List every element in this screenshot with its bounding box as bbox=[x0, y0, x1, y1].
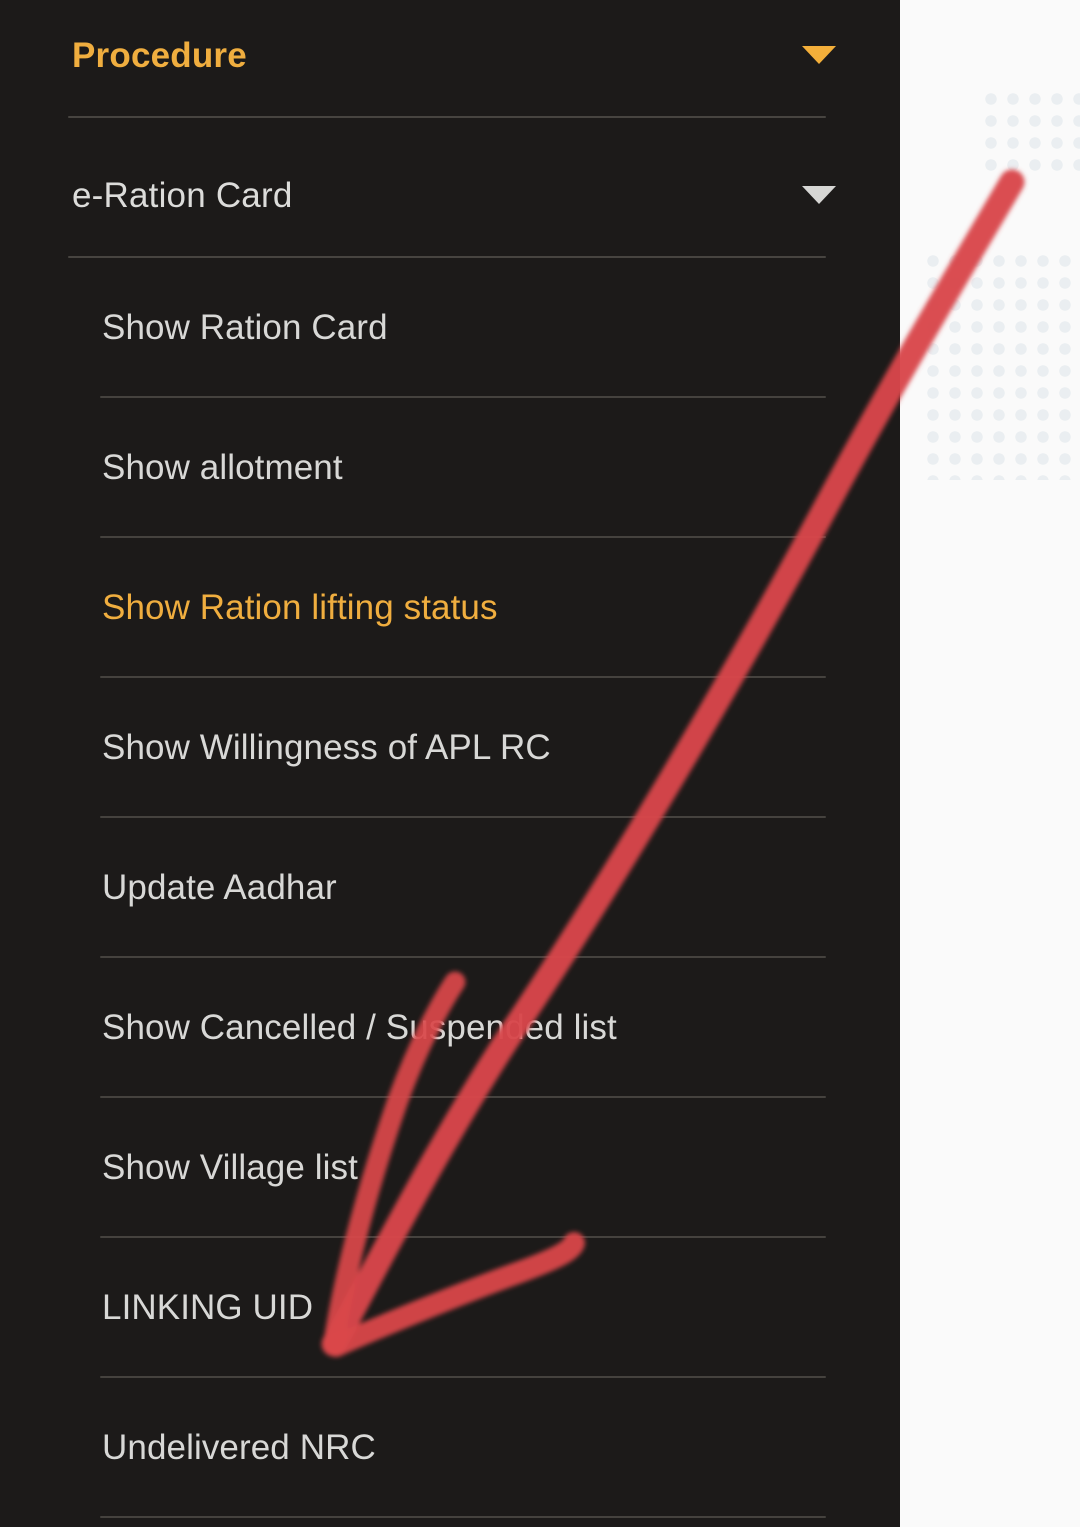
section-header-row[interactable]: e-Ration Card bbox=[0, 140, 900, 250]
section-label-e-ration-card: e-Ration Card bbox=[72, 175, 293, 215]
chevron-down-icon[interactable] bbox=[802, 46, 836, 64]
menu-item-linking-uid[interactable]: LINKING UID bbox=[0, 1238, 900, 1376]
menu-item-show-allotment[interactable]: Show allotment bbox=[0, 398, 900, 536]
menu-item-show-ration-lifting-status[interactable]: Show Ration lifting status bbox=[0, 538, 900, 676]
section-header-e-ration-card[interactable]: e-Ration Card bbox=[0, 140, 900, 250]
menu-item-label: Undelivered NRC bbox=[102, 1427, 376, 1467]
menu-item-label: Update Aadhar bbox=[102, 867, 337, 907]
menu-item-show-village-list[interactable]: Show Village list bbox=[0, 1098, 900, 1236]
menu-item-label: Show Ration Card bbox=[102, 307, 388, 347]
menu-item-label: Show Ration lifting status bbox=[102, 587, 498, 627]
divider bbox=[100, 1516, 826, 1518]
section-header-procedure[interactable]: Procedure bbox=[0, 0, 900, 110]
section-header-row[interactable]: Procedure bbox=[0, 0, 900, 110]
menu-item-label: Show Village list bbox=[102, 1147, 358, 1187]
section-label-procedure: Procedure bbox=[72, 35, 247, 75]
navigation-drawer: Procedure e-Ration Card Show Ration Card… bbox=[0, 0, 900, 1527]
dot-pattern-decoration bbox=[980, 88, 1080, 178]
menu-item-label: Show allotment bbox=[102, 447, 343, 487]
chevron-down-icon[interactable] bbox=[802, 186, 836, 204]
menu-item-update-aadhar[interactable]: Update Aadhar bbox=[0, 818, 900, 956]
divider bbox=[68, 116, 826, 118]
menu-item-show-cancelled-suspended-list[interactable]: Show Cancelled / Suspended list bbox=[0, 958, 900, 1096]
menu-item-show-ration-card[interactable]: Show Ration Card bbox=[0, 258, 900, 396]
menu-item-label: Show Willingness of APL RC bbox=[102, 727, 551, 767]
menu-item-undelivered-nrc[interactable]: Undelivered NRC bbox=[0, 1378, 900, 1516]
page-behind-drawer bbox=[900, 0, 1080, 1527]
dot-pattern-decoration bbox=[922, 250, 1080, 480]
menu-item-label: Show Cancelled / Suspended list bbox=[102, 1007, 617, 1047]
menu-item-label: LINKING UID bbox=[102, 1287, 314, 1327]
menu-item-show-willingness-of-apl-rc[interactable]: Show Willingness of APL RC bbox=[0, 678, 900, 816]
app-screenshot: Procedure e-Ration Card Show Ration Card… bbox=[0, 0, 1080, 1527]
